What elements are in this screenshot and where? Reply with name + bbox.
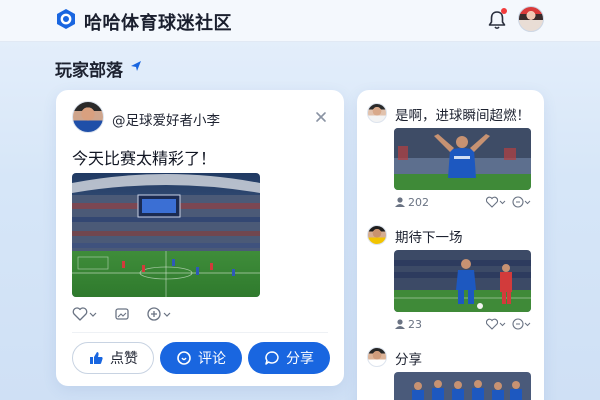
user-icon [395,319,405,329]
heart-dropdown-icon[interactable] [486,318,508,330]
heart-dropdown-icon[interactable] [486,196,508,208]
comment-icon [177,351,191,365]
divider [72,332,328,333]
thumbs-up-icon [90,352,103,364]
feed-item-count: 23 [408,318,422,331]
like-label: 点赞 [110,351,138,367]
comment-button[interactable]: 评论 [160,342,242,374]
feed-meta: 202 [394,196,531,210]
user-avatar[interactable] [518,6,544,32]
feed-item-count: 202 [408,196,429,209]
feed-image[interactable] [394,250,531,312]
share-button[interactable]: 分享 [248,342,330,374]
post-author-avatar[interactable] [72,101,104,133]
feed-item-title[interactable]: 是啊，进球瞬间超燃！ [395,104,530,124]
post-username[interactable]: @足球爱好者小李 [112,109,220,129]
feed-item-title[interactable]: 分享 [395,348,422,368]
add-dropdown-icon[interactable] [146,306,172,322]
share-label: 分享 [286,351,314,367]
like-button[interactable]: 点赞 [72,342,154,374]
feed-panel: 是啊，进球瞬间超燃！ 202 期待下一场 23 分享 [357,90,544,400]
chat-bubble-icon [265,351,279,365]
close-icon[interactable] [314,110,328,124]
user-icon [395,197,405,207]
feed-image[interactable] [394,372,531,400]
image-icon[interactable] [114,306,130,322]
section-title: 玩家部落 [55,61,123,81]
post-card: @足球爱好者小李 今天比赛太精彩了！ 点赞 评论 分享 [56,90,344,386]
hexagon-logo-icon [57,9,75,29]
feed-avatar[interactable] [367,347,387,367]
comment-dropdown-icon[interactable] [512,196,532,208]
feed-avatar[interactable] [367,103,387,123]
post-image[interactable] [72,173,260,297]
feed-image[interactable] [394,128,531,190]
comment-dropdown-icon[interactable] [512,318,532,330]
feed-item-title[interactable]: 期待下一场 [395,226,463,246]
heart-dropdown-icon[interactable] [72,306,98,322]
post-text: 今天比赛太精彩了！ [72,149,217,168]
feed-avatar[interactable] [367,225,387,245]
notification-badge [501,8,507,14]
navigation-arrow-icon [131,61,141,71]
app-title: 哈哈体育球迷社区 [84,13,232,34]
feed-meta: 23 [394,318,531,332]
comment-label: 评论 [198,351,226,367]
